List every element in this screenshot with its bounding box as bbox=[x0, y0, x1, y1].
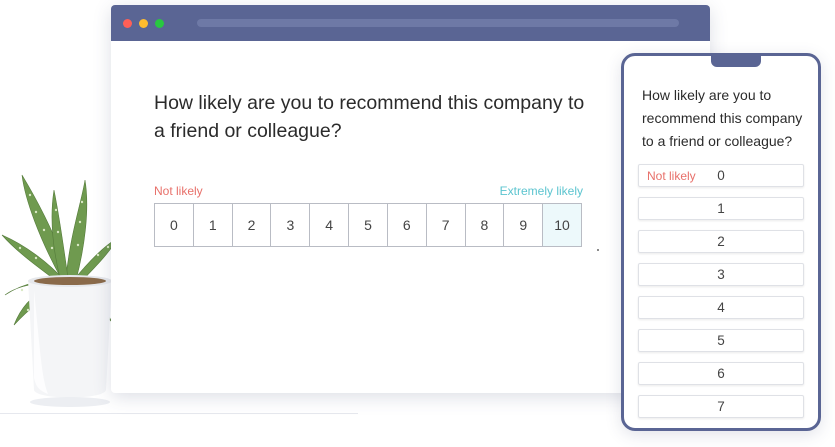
mobile-option-5[interactable]: 5 bbox=[638, 329, 804, 352]
mobile-option-value: 7 bbox=[717, 399, 725, 414]
mobile-option-1[interactable]: 1 bbox=[638, 197, 804, 220]
mobile-option-4[interactable]: 4 bbox=[638, 296, 804, 319]
mobile-option-7[interactable]: 7 bbox=[638, 395, 804, 418]
phone-frame: How likely are you to recommend this com… bbox=[621, 53, 821, 431]
mobile-option-0[interactable]: Not likely 0 bbox=[638, 164, 804, 187]
scale-option-2[interactable]: 2 bbox=[233, 204, 272, 246]
browser-title-bar bbox=[111, 5, 710, 41]
mobile-option-value: 1 bbox=[717, 201, 725, 216]
decorative-dot bbox=[597, 249, 599, 251]
survey-question: How likely are you to recommend this com… bbox=[154, 92, 585, 142]
minimize-dot-icon[interactable] bbox=[139, 19, 148, 28]
mobile-option-value: 2 bbox=[717, 234, 725, 249]
close-dot-icon[interactable] bbox=[123, 19, 132, 28]
mobile-option-value: 3 bbox=[717, 267, 725, 282]
maximize-dot-icon[interactable] bbox=[155, 19, 164, 28]
mobile-option-value: 5 bbox=[717, 333, 725, 348]
scale-option-8[interactable]: 8 bbox=[466, 204, 505, 246]
scale-option-10[interactable]: 10 bbox=[543, 204, 581, 246]
scale-option-6[interactable]: 6 bbox=[388, 204, 427, 246]
scale-option-3[interactable]: 3 bbox=[271, 204, 311, 246]
scale-option-0[interactable]: 0 bbox=[155, 204, 194, 246]
address-bar[interactable] bbox=[197, 19, 679, 27]
mobile-option-value: 6 bbox=[717, 366, 725, 381]
mobile-survey-question: How likely are you to recommend this com… bbox=[642, 87, 803, 149]
mobile-option-6[interactable]: 6 bbox=[638, 362, 804, 385]
mobile-option-list: Not likely 0 1 2 3 4 5 6 7 bbox=[638, 164, 804, 428]
mobile-option-value: 0 bbox=[717, 168, 725, 183]
phone-notch bbox=[711, 56, 761, 67]
mobile-not-likely-label: Not likely bbox=[647, 169, 696, 183]
mobile-option-value: 4 bbox=[717, 300, 725, 315]
extremely-likely-label: Extremely likely bbox=[499, 184, 583, 198]
scale-option-5[interactable]: 5 bbox=[349, 204, 388, 246]
scale-option-7[interactable]: 7 bbox=[427, 204, 466, 246]
not-likely-label: Not likely bbox=[154, 184, 203, 198]
mobile-option-2[interactable]: 2 bbox=[638, 230, 804, 253]
scale-option-4[interactable]: 4 bbox=[310, 204, 350, 246]
nps-scale: 0 1 2 3 4 5 6 7 8 9 10 bbox=[154, 203, 582, 247]
scale-option-9[interactable]: 9 bbox=[504, 204, 544, 246]
scale-option-1[interactable]: 1 bbox=[194, 204, 233, 246]
mobile-option-3[interactable]: 3 bbox=[638, 263, 804, 286]
